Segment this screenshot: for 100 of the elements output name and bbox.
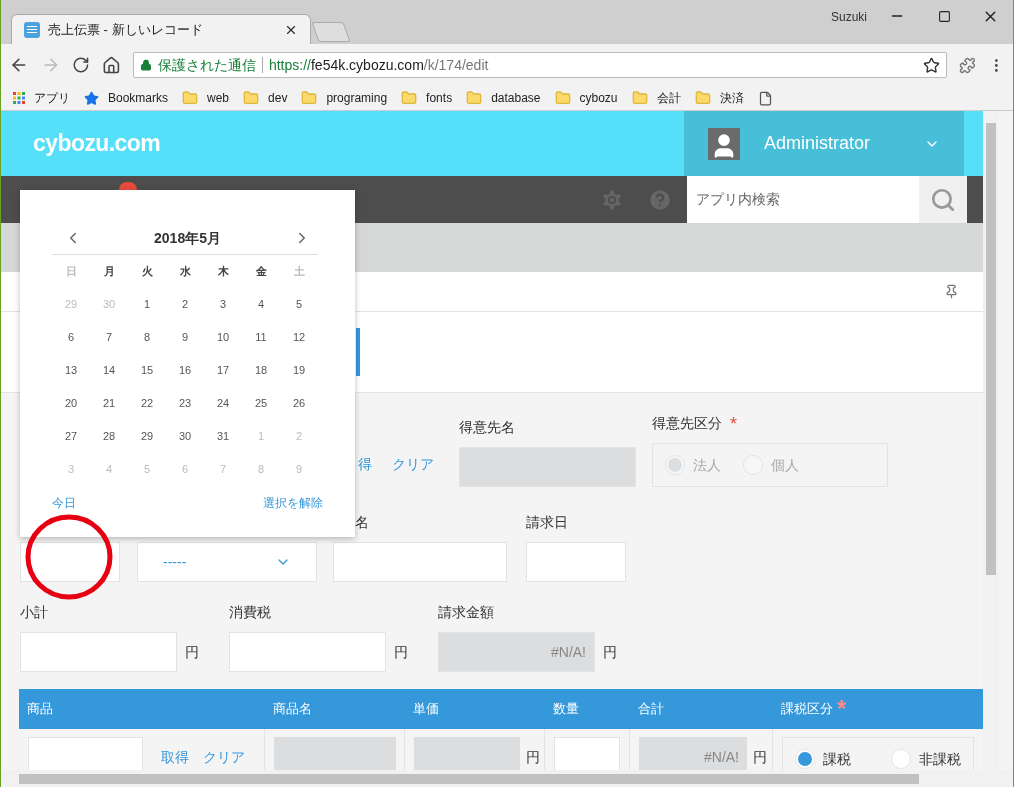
field-label: 消費税 [229, 603, 272, 622]
calendar-day[interactable]: 12 [280, 321, 318, 354]
calendar-day[interactable]: 19 [280, 354, 318, 387]
unit-label: 円 [185, 642, 199, 662]
bookmark-star-icon[interactable] [923, 56, 941, 74]
page-icon [757, 90, 773, 106]
calendar-day[interactable]: 10 [204, 321, 242, 354]
calendar-day[interactable]: 27 [52, 420, 90, 453]
column-header: 合計 [638, 700, 664, 719]
reload-icon[interactable] [72, 56, 91, 74]
text-field[interactable] [333, 542, 507, 582]
bookmark-item[interactable]: dev [243, 89, 288, 107]
calendar-day[interactable]: 11 [242, 321, 280, 354]
calendar-day[interactable]: 2 [166, 288, 204, 321]
bookmark-item[interactable]: database [466, 89, 541, 107]
folder-icon [694, 90, 711, 106]
bookmark-item[interactable]: Bookmarks [84, 89, 169, 107]
unit-label: 円 [526, 748, 540, 767]
text-field[interactable] [28, 737, 143, 770]
home-icon[interactable] [102, 55, 121, 75]
field-label: 名 [355, 513, 370, 532]
radio-label: 課税 [823, 749, 851, 769]
calendar-day[interactable]: 8 [128, 321, 166, 354]
radio-label: 非課税 [919, 749, 961, 769]
field-label: 小計 [20, 603, 49, 622]
weekday-label: 日 [64, 264, 78, 280]
calendar-day[interactable]: 14 [90, 354, 128, 387]
calendar-day[interactable]: 24 [204, 387, 242, 420]
column-header: 単価 [413, 700, 439, 719]
calendar-day[interactable]: 22 [128, 387, 166, 420]
new-tab-button[interactable] [311, 22, 351, 42]
calendar-day[interactable]: 15 [128, 354, 166, 387]
calendar-day[interactable]: 16 [166, 354, 204, 387]
calendar-day[interactable]: 21 [90, 387, 128, 420]
bookmark-item[interactable]: 会計 [631, 89, 681, 107]
weekday-label: 金 [254, 264, 268, 280]
bookmark-item[interactable]: web [182, 89, 230, 107]
calendar-day[interactable]: 26 [280, 387, 318, 420]
browser-tab[interactable]: 売上伝票 - 新しいレコード [11, 14, 311, 44]
pin-icon[interactable] [944, 284, 959, 299]
column-header: 商品 [27, 700, 53, 719]
number-field[interactable] [229, 632, 386, 672]
calendar-day[interactable]: 20 [52, 387, 90, 420]
apps-grid-icon [13, 92, 25, 104]
folder-icon [466, 90, 483, 106]
folder-icon [554, 90, 571, 106]
calendar-day[interactable]: 18 [242, 354, 280, 387]
calendar-day[interactable]: 30 [166, 420, 204, 453]
calendar-day[interactable]: 28 [90, 420, 128, 453]
search-icon [930, 186, 956, 213]
bookmark-item[interactable]: cybozu [554, 89, 618, 107]
calendar-day[interactable]: 9 [166, 321, 204, 354]
required-mark: * [837, 701, 847, 717]
calendar-day[interactable]: 25 [242, 387, 280, 420]
calendar-day[interactable]: 5 [280, 288, 318, 321]
calendar-day[interactable]: 1 [128, 288, 166, 321]
field-label: 請求日 [526, 513, 569, 532]
star-icon [84, 90, 99, 106]
required-mark: * [730, 416, 737, 431]
search-field[interactable]: アプリ内検索 [687, 176, 919, 223]
unit-label: 円 [603, 642, 617, 662]
field-label: 得意先名 [459, 418, 516, 437]
calendar-day[interactable]: 4 [242, 288, 280, 321]
number-field[interactable] [20, 632, 177, 672]
folder-icon [182, 90, 199, 106]
calendar-day[interactable]: 6 [52, 321, 90, 354]
calendar-day[interactable]: 7 [90, 321, 128, 354]
calendar-day[interactable]: 13 [52, 354, 90, 387]
weekday-label: 火 [140, 264, 154, 280]
unit-label: 円 [394, 642, 408, 662]
maximize-icon[interactable] [938, 10, 951, 23]
calendar-day[interactable]: 3 [204, 288, 242, 321]
radio-button[interactable] [795, 749, 815, 769]
calendar-day[interactable]: 17 [204, 354, 242, 387]
folder-icon [243, 90, 260, 106]
field-label: 得意先区分 [652, 414, 722, 433]
column-header: 商品名 [273, 700, 312, 719]
bookmark-item[interactable]: fonts [401, 89, 453, 107]
app-list-icon [24, 21, 40, 38]
column-header: 課税区分 [781, 700, 833, 719]
extension-icon[interactable] [959, 56, 977, 74]
weekday-label: 木 [216, 264, 230, 280]
field-label: 請求金額 [438, 603, 495, 622]
notification-badge[interactable] [119, 182, 137, 190]
bookmark-item[interactable]: 決済 [694, 89, 744, 107]
weekday-label: 土 [292, 264, 306, 280]
calendar-day[interactable]: 29 [128, 420, 166, 453]
folder-icon [631, 90, 648, 106]
number-field[interactable] [554, 737, 620, 770]
bookmark-item[interactable] [757, 90, 773, 106]
radio-label: 法人 [693, 455, 721, 475]
address-bar[interactable]: 保護された通信 https://fe54k.cybozu.com/k/174/edit [132, 52, 948, 78]
date-field[interactable] [526, 542, 626, 582]
calendar-day[interactable]: 31 [204, 420, 242, 453]
radio-button[interactable] [891, 749, 911, 769]
bookmark-item[interactable]: programing [301, 89, 388, 107]
calendar-day[interactable]: 23 [166, 387, 204, 420]
tab-title: 売上伝票 - 新しいレコード [48, 20, 204, 39]
search-button[interactable] [919, 176, 967, 223]
bookmark-item[interactable]: アプリ [13, 89, 70, 107]
